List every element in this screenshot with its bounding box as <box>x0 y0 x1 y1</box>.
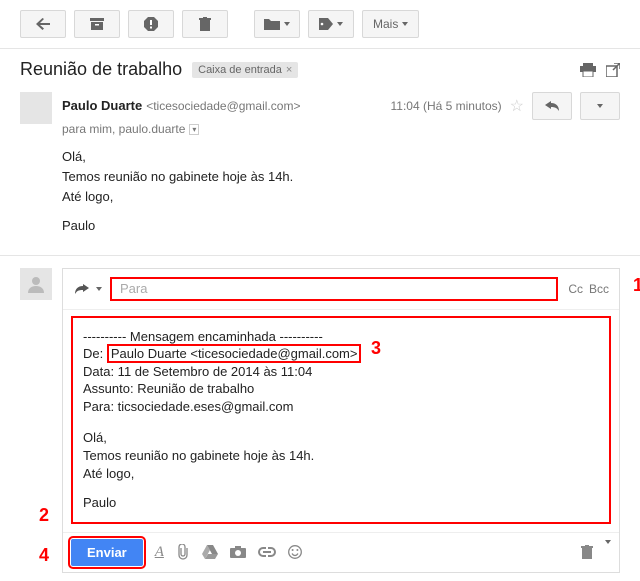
discard-icon[interactable] <box>581 545 593 559</box>
to-field-highlight <box>110 277 558 301</box>
sender-avatar <box>20 92 52 124</box>
open-window-icon[interactable] <box>606 63 620 77</box>
attach-icon[interactable] <box>176 544 190 560</box>
drive-icon[interactable] <box>202 545 218 559</box>
more-button[interactable]: Mais <box>362 10 419 38</box>
subject-row: Reunião de trabalho Caixa de entrada × <box>0 49 640 86</box>
send-button[interactable]: Enviar <box>71 539 143 566</box>
to-row: Cc Bcc <box>63 269 619 310</box>
fwd-body-sig: Paulo <box>83 494 599 512</box>
print-icon[interactable] <box>580 63 596 77</box>
labels-button[interactable] <box>308 10 354 38</box>
fwd-body-l3: Até logo, <box>83 465 599 483</box>
fwd-from-label: De: <box>83 346 103 361</box>
annotation-2: 2 <box>39 505 49 526</box>
compose-box: 1 Cc Bcc 3 ---------- Mensagem encaminha… <box>62 268 620 573</box>
fwd-from-value: Paulo Duarte <ticesociedade@gmail.com> <box>107 344 362 363</box>
forward-mode-icon[interactable] <box>73 284 102 294</box>
camera-icon[interactable] <box>230 546 246 558</box>
star-icon[interactable]: ☆ <box>510 96 524 116</box>
sender-email: <ticesociedade@gmail.com> <box>146 99 300 113</box>
remove-label-icon[interactable]: × <box>286 64 292 76</box>
sender-name: Paulo Duarte <box>62 98 142 113</box>
main-toolbar: Mais <box>0 0 640 49</box>
message-more-button[interactable] <box>580 92 620 120</box>
fwd-date-line: Data: 11 de Setembro de 2014 às 11:04 <box>83 363 599 381</box>
inbox-label-chip[interactable]: Caixa de entrada × <box>192 62 298 78</box>
compose-toolbar: Enviar A <box>63 532 619 572</box>
reply-button[interactable] <box>532 92 572 120</box>
annotation-1: 1 <box>633 275 640 296</box>
more-label: Mais <box>373 17 398 31</box>
annotation-3: 3 <box>371 336 381 360</box>
message-to-text: para mim, paulo.duarte <box>62 122 185 136</box>
spam-button[interactable] <box>128 10 174 38</box>
compose-body[interactable]: 3 ---------- Mensagem encaminhada ------… <box>71 316 611 524</box>
annotation-4: 4 <box>39 545 49 566</box>
fwd-body-l1: Olá, <box>83 429 599 447</box>
move-to-button[interactable] <box>254 10 300 38</box>
compose-more-icon[interactable] <box>605 544 611 561</box>
fwd-subject-line: Assunto: Reunião de trabalho <box>83 380 599 398</box>
to-input[interactable] <box>118 280 550 297</box>
inbox-label-text: Caixa de entrada <box>198 64 282 76</box>
link-icon[interactable] <box>258 547 276 557</box>
delete-button[interactable] <box>182 10 228 38</box>
message-to-row: para mim, paulo.duarte ▾ <box>62 122 620 136</box>
message-block: Paulo Duarte <ticesociedade@gmail.com> 1… <box>0 86 640 247</box>
emoji-icon[interactable] <box>288 545 302 559</box>
message-time: 11:04 (Há 5 minutos) <box>390 99 501 113</box>
message-body: Olá, Temos reunião no gabinete hoje às 1… <box>62 148 620 235</box>
compose-area: 1 Cc Bcc 3 ---------- Mensagem encaminha… <box>0 268 640 581</box>
format-icon[interactable]: A <box>155 544 164 561</box>
fwd-separator: ---------- Mensagem encaminhada --------… <box>83 328 599 346</box>
bcc-link[interactable]: Bcc <box>589 282 609 296</box>
fwd-body-l2: Temos reunião no gabinete hoje às 14h. <box>83 447 599 465</box>
back-button[interactable] <box>20 10 66 38</box>
fwd-to-line: Para: ticsociedade.eses@gmail.com <box>83 398 599 416</box>
my-avatar <box>20 268 52 300</box>
archive-button[interactable] <box>74 10 120 38</box>
subject-text: Reunião de trabalho <box>20 59 182 80</box>
cc-link[interactable]: Cc <box>568 282 583 296</box>
details-dropdown-icon[interactable]: ▾ <box>189 124 199 135</box>
